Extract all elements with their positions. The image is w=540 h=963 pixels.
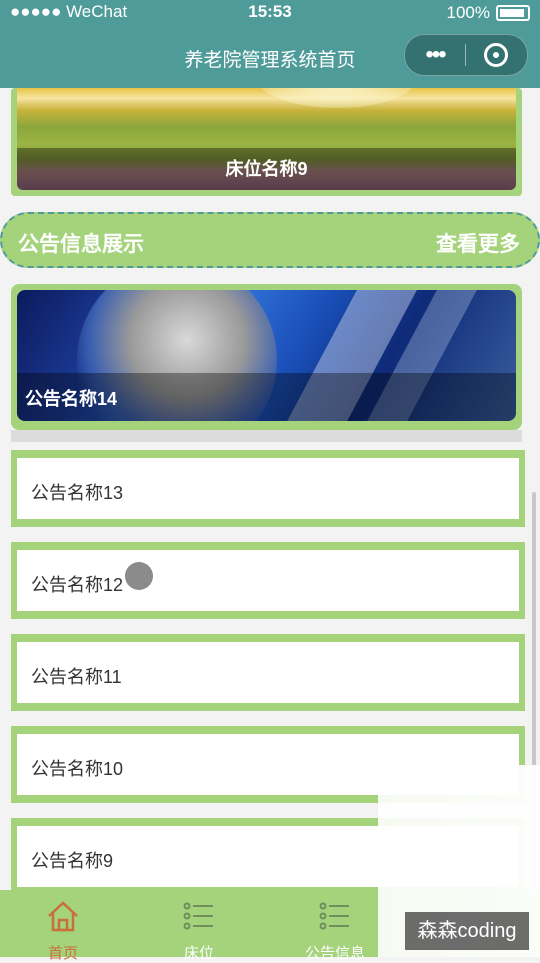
notice-list-item[interactable]: 公告名称12	[11, 542, 525, 619]
tab-label: 床位	[183, 945, 214, 962]
tab-label: 公告信息	[304, 945, 365, 962]
nav-bar: 养老院管理系统首页 •••	[0, 26, 540, 88]
notice-list-item[interactable]: 公告名称13	[11, 450, 525, 527]
touch-cursor	[125, 562, 153, 590]
close-miniprogram-button[interactable]	[466, 43, 526, 67]
tab-notices[interactable]: 公告信息	[280, 890, 390, 962]
notice-title: 公告名称10	[31, 759, 124, 779]
watermark: 森森coding	[405, 912, 529, 950]
tab-label: 首页	[47, 945, 78, 962]
featured-notice-card[interactable]: 公告名称14	[11, 284, 522, 430]
list-icon	[319, 902, 349, 930]
status-bar: ●●●●● WeChat 15:53 100%	[0, 0, 540, 26]
featured-notice-caption: 公告名称14	[25, 389, 118, 409]
home-icon	[48, 901, 78, 932]
tab-beds[interactable]: 床位	[144, 890, 254, 962]
list-icon	[183, 902, 213, 930]
notice-title: 公告名称13	[31, 483, 124, 503]
featured-notice-image: 公告名称14	[17, 290, 516, 421]
close-ring-icon	[484, 43, 508, 67]
bed-image: 床位名称9	[17, 88, 516, 190]
notice-title: 公告名称9	[31, 851, 114, 871]
notice-list-item[interactable]: 公告名称11	[11, 634, 525, 711]
view-more-link[interactable]: 查看更多	[436, 228, 520, 258]
battery-label: 100%	[446, 3, 490, 22]
bed-card[interactable]: 床位名称9	[11, 88, 522, 196]
notice-title: 公告名称12	[31, 575, 124, 595]
notice-title: 公告名称11	[31, 667, 122, 687]
battery-icon	[496, 5, 530, 21]
notice-section-title: 公告信息展示	[18, 233, 144, 256]
bed-caption: 床位名称9	[17, 148, 516, 190]
miniprogram-capsule: •••	[404, 34, 528, 76]
tab-home[interactable]: 首页	[8, 890, 118, 962]
more-icon[interactable]: •••	[405, 43, 465, 67]
notice-section-header: 公告信息展示 查看更多	[0, 212, 540, 268]
divider	[11, 430, 522, 442]
